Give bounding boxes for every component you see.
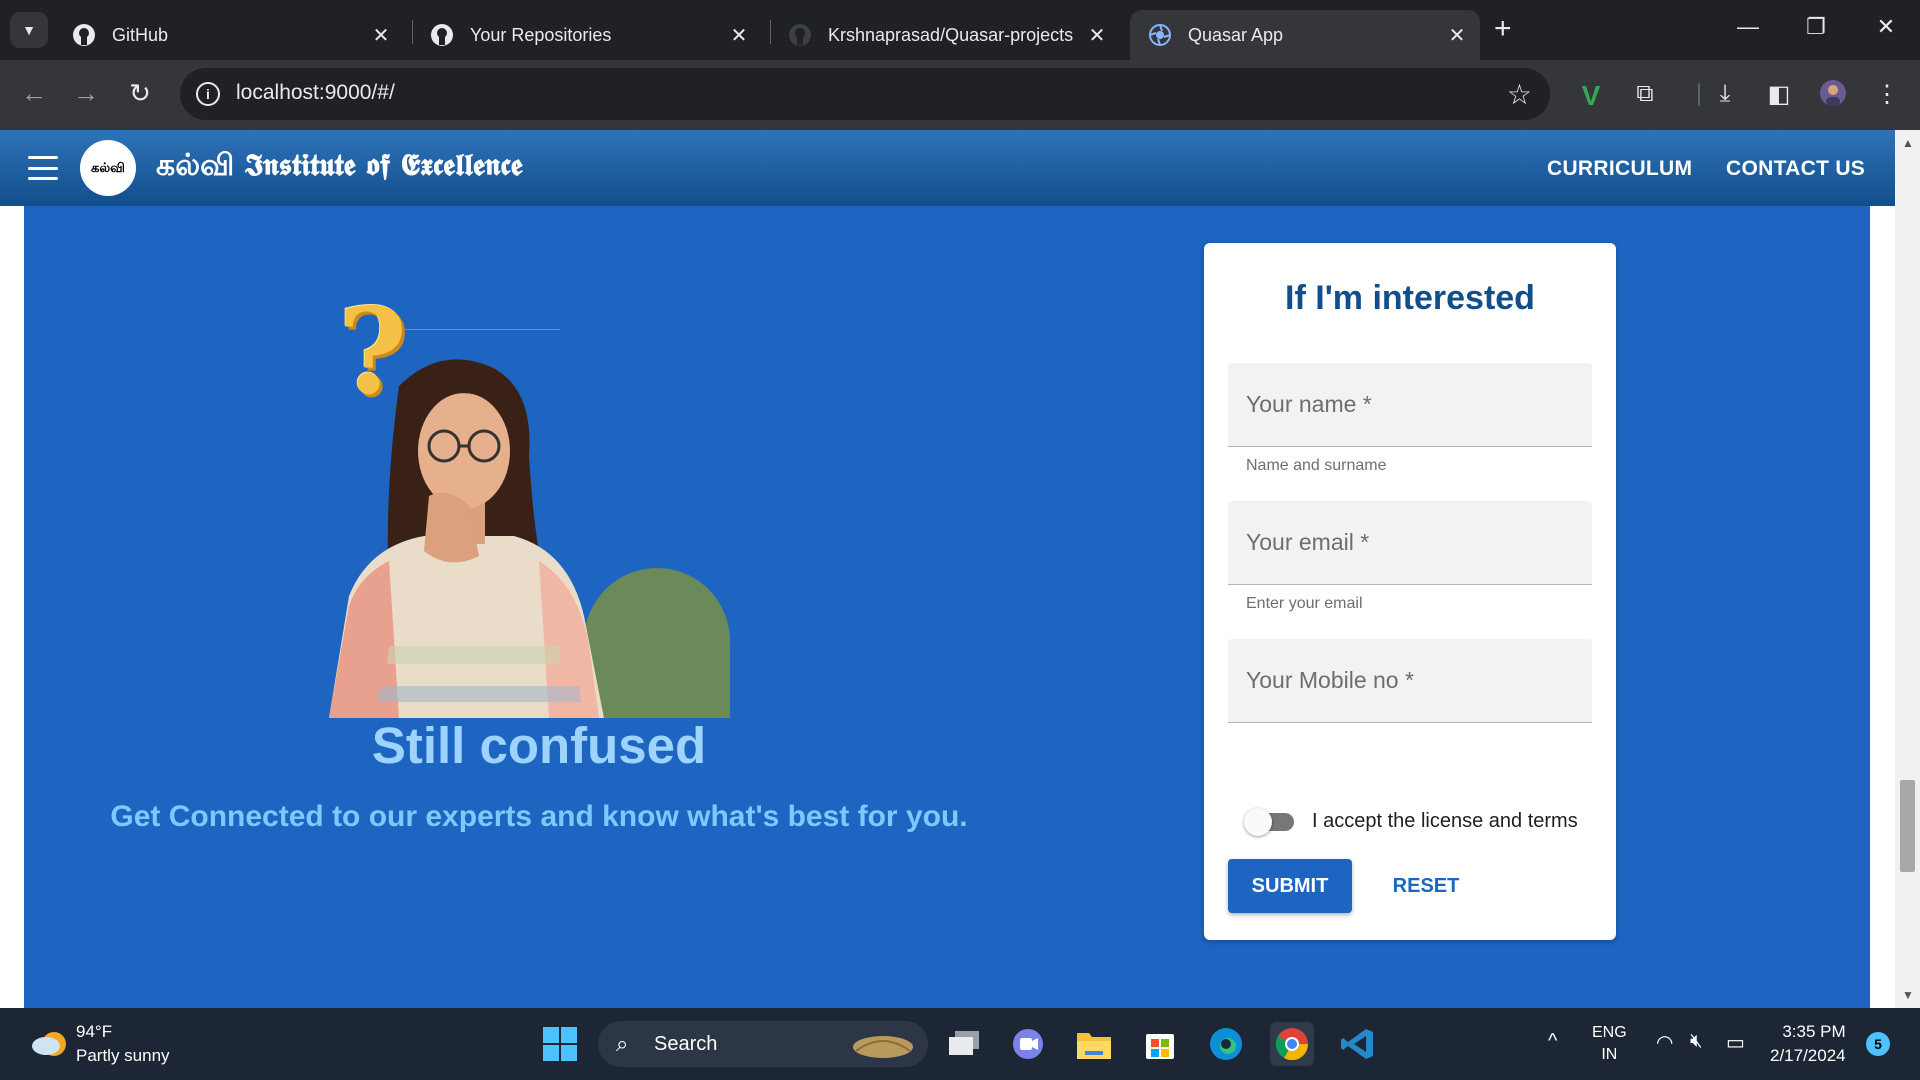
tab-your-repositories[interactable]: Your Repositories ✕ xyxy=(412,10,762,60)
vscode-icon[interactable] xyxy=(1336,1022,1380,1066)
mobile-field[interactable]: Your Mobile no * xyxy=(1228,639,1592,723)
tab-title: GitHub xyxy=(112,24,169,45)
hero-title: Still confused xyxy=(371,717,707,774)
page-viewport: கல்வி கல்வி 𝕴𝖓𝖘𝖙𝖎𝖙𝖚𝖙𝖊 𝖔𝖋 𝕰𝖝𝖈𝖊𝖑𝖑𝖊𝖓𝖈𝖊 CURR… xyxy=(0,130,1920,1008)
main-section: ? Still confused Get Connected to our ex… xyxy=(24,206,1870,1008)
taskbar-search-label: Search xyxy=(654,1033,718,1055)
site-brand-title: கல்வி 𝕴𝖓𝖘𝖙𝖎𝖙𝖚𝖙𝖊 𝖔𝖋 𝕰𝖝𝖈𝖊𝖑𝖑𝖊𝖓𝖈𝖊 xyxy=(156,148,523,183)
name-field[interactable]: Your name * xyxy=(1228,363,1592,447)
back-icon[interactable]: ← xyxy=(14,78,54,109)
reset-button[interactable]: RESET xyxy=(1376,859,1476,913)
submit-button[interactable]: SUBMIT xyxy=(1228,859,1352,913)
page-scrollbar[interactable]: ▲ ▼ xyxy=(1895,130,1920,1008)
hamburger-menu-icon[interactable] xyxy=(28,156,58,180)
email-field-label: Your email * xyxy=(1246,529,1370,555)
taskbar-search[interactable]: ⌕ Search xyxy=(598,1021,928,1067)
system-clock[interactable]: 3:35 PM 2/17/2024 xyxy=(1770,1020,1846,1068)
language-code: ENG xyxy=(1592,1024,1627,1041)
volume-muted-icon[interactable]: 🔇︎ xyxy=(1690,1030,1703,1053)
mobile-field-label: Your Mobile no * xyxy=(1246,667,1414,693)
email-field-hint: Enter your email xyxy=(1246,595,1363,612)
name-field-hint: Name and surname xyxy=(1246,457,1387,474)
restore-icon[interactable]: ❐ xyxy=(1796,14,1836,40)
tab-title: Quasar App xyxy=(1188,24,1284,45)
accept-terms-label[interactable]: I accept the license and terms xyxy=(1312,810,1578,833)
close-icon[interactable]: ✕ xyxy=(1082,23,1112,48)
download-icon[interactable]: ⤓ xyxy=(1708,80,1742,108)
scrollbar-thumb[interactable] xyxy=(1900,780,1915,872)
quasar-icon xyxy=(1148,23,1172,47)
windows-taskbar: 94°F Partly sunny ⌕ Search ^ ENG IN ◠ 🔇︎… xyxy=(0,1008,1920,1080)
chevron-down-icon: ▼ xyxy=(22,22,36,38)
scroll-up-icon[interactable]: ▲ xyxy=(1902,136,1914,150)
tab-title: Your Repositories xyxy=(470,24,612,45)
accept-terms-toggle[interactable] xyxy=(1244,806,1294,836)
task-view-icon[interactable] xyxy=(942,1022,986,1066)
tab-quasar-projects[interactable]: Krshnaprasad/Quasar-projects ✕ xyxy=(770,10,1120,60)
github-icon xyxy=(430,23,454,47)
reload-icon[interactable]: ↻ xyxy=(120,78,160,109)
browser-tab-strip: ▼ GitHub ✕ Your Repositories ✕ Krshnapra… xyxy=(0,0,1920,60)
minimize-icon[interactable]: — xyxy=(1728,14,1768,40)
interest-form-card: If I'm interested Your name * Name and s… xyxy=(1204,243,1616,940)
bookmark-star-icon[interactable]: ☆ xyxy=(1507,78,1532,111)
site-info-icon[interactable]: i xyxy=(196,82,220,106)
show-hidden-icons-chevron-icon[interactable]: ^ xyxy=(1548,1030,1557,1053)
close-window-icon[interactable]: ✕ xyxy=(1866,14,1906,40)
scroll-down-icon[interactable]: ▼ xyxy=(1902,988,1914,1002)
profile-avatar-icon[interactable] xyxy=(1816,80,1850,113)
notification-badge[interactable]: 5 xyxy=(1866,1032,1890,1056)
hero-pane: ? Still confused Get Connected to our ex… xyxy=(24,206,1184,1008)
partly-sunny-icon[interactable] xyxy=(28,1022,72,1062)
vue-devtools-icon[interactable]: V xyxy=(1574,80,1608,112)
menu-kebab-icon[interactable]: ⋮ xyxy=(1870,80,1904,109)
tab-quasar-app[interactable]: Quasar App ✕ xyxy=(1130,10,1480,60)
thinking-woman-illustration xyxy=(329,359,604,718)
github-icon xyxy=(788,23,812,47)
close-icon[interactable]: ✕ xyxy=(366,23,396,48)
decorative-line xyxy=(396,329,560,330)
tab-title: Krshnaprasad/Quasar-projects xyxy=(828,24,1074,45)
email-field[interactable]: Your email * xyxy=(1228,501,1592,585)
nav-contact-us[interactable]: CONTACT US xyxy=(1726,157,1865,181)
new-tab-button[interactable]: + xyxy=(1494,14,1512,44)
hero-subtitle: Get Connected to our experts and know wh… xyxy=(110,800,968,833)
name-field-label: Your name * xyxy=(1246,391,1372,417)
site-header: கல்வி கல்வி 𝕴𝖓𝖘𝖙𝖎𝖙𝖚𝖙𝖊 𝖔𝖋 𝕰𝖝𝖈𝖊𝖑𝖑𝖊𝖓𝖈𝖊 CURR… xyxy=(0,130,1895,206)
tab-search-button[interactable]: ▼ xyxy=(10,12,48,48)
chrome-browser-icon[interactable] xyxy=(1270,1022,1314,1066)
clock-time: 3:35 PM xyxy=(1782,1022,1846,1041)
clock-date: 2/17/2024 xyxy=(1770,1046,1846,1065)
close-icon[interactable]: ✕ xyxy=(1442,23,1472,48)
start-windows-icon[interactable] xyxy=(538,1022,582,1066)
language-indicator[interactable]: ENG IN xyxy=(1592,1022,1627,1066)
github-icon xyxy=(72,23,96,47)
file-explorer-icon[interactable] xyxy=(1072,1022,1116,1066)
extensions-icon[interactable]: ⧉ xyxy=(1628,80,1662,108)
search-icon: ⌕ xyxy=(616,1031,629,1056)
region-code: IN xyxy=(1601,1046,1618,1063)
wifi-icon[interactable]: ◠ xyxy=(1656,1030,1673,1055)
address-bar[interactable]: i localhost:9000/#/ ☆ xyxy=(180,68,1550,120)
form-heading: If I'm interested xyxy=(1285,279,1535,317)
close-icon[interactable]: ✕ xyxy=(724,23,754,48)
nav-curriculum[interactable]: CURRICULUM xyxy=(1547,157,1692,181)
microsoft-store-icon[interactable] xyxy=(1138,1022,1182,1066)
pangolin-icon xyxy=(853,1036,913,1058)
browser-toolbar: ← → ↻ i localhost:9000/#/ ☆ V ⧉ | ⤓ ◧ ⋮ xyxy=(0,60,1920,130)
site-logo[interactable]: கல்வி xyxy=(80,140,136,196)
weather-description[interactable]: Partly sunny xyxy=(76,1046,170,1066)
side-panel-icon[interactable]: ◧ xyxy=(1762,80,1796,109)
teams-chat-icon[interactable] xyxy=(1006,1022,1050,1066)
battery-icon[interactable]: ▭ xyxy=(1726,1030,1745,1055)
weather-temperature[interactable]: 94°F xyxy=(76,1022,112,1042)
forward-icon[interactable]: → xyxy=(66,78,106,109)
edge-browser-icon[interactable] xyxy=(1204,1022,1248,1066)
tab-github[interactable]: GitHub ✕ xyxy=(54,10,404,60)
url-text[interactable]: localhost:9000/#/ xyxy=(236,81,395,105)
